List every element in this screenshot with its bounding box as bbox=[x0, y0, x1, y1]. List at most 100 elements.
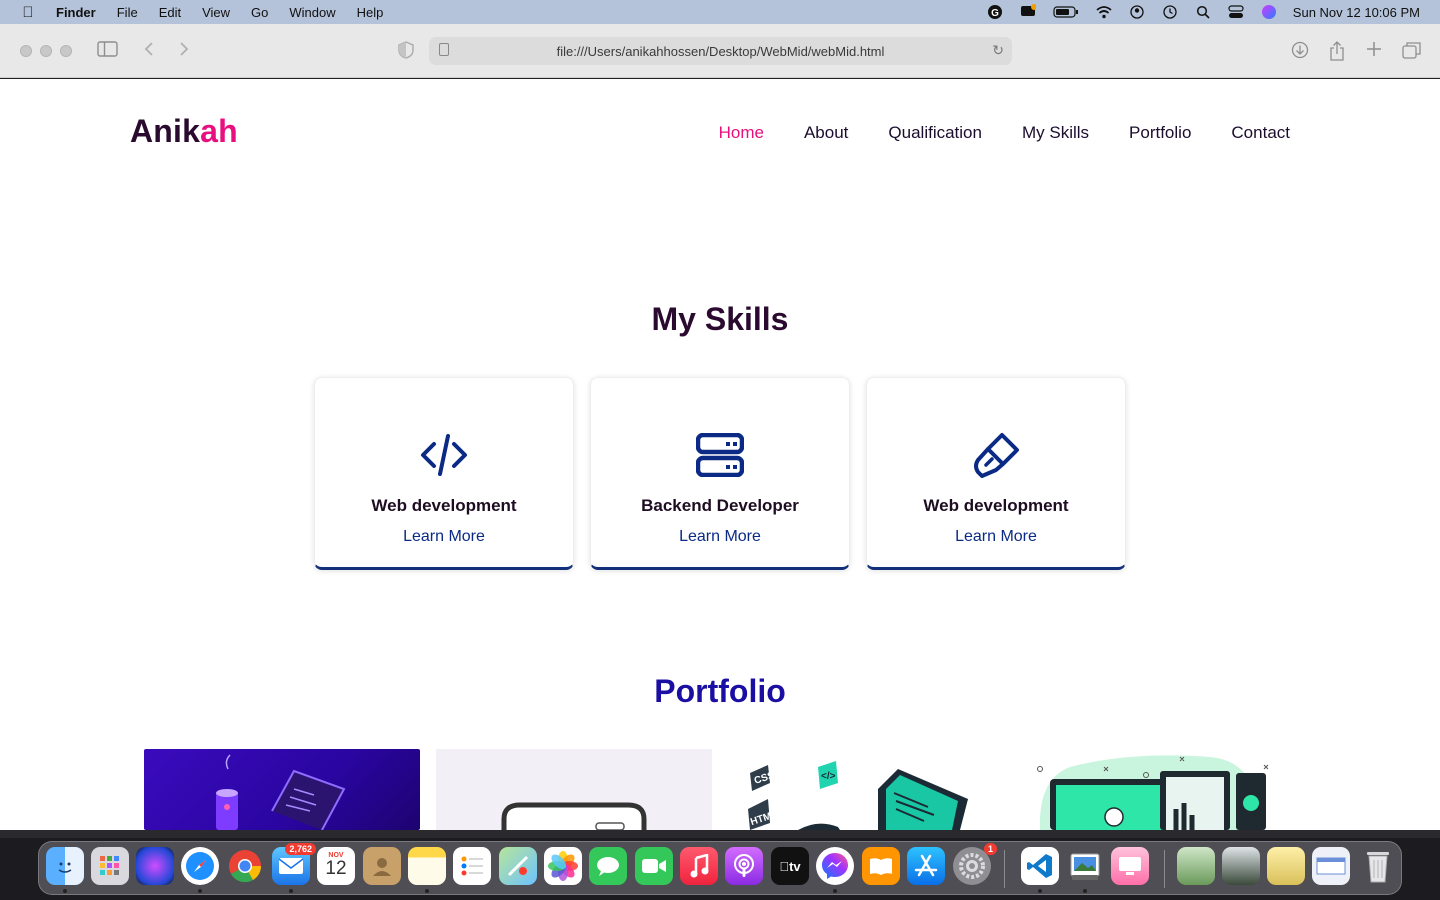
calendar-icon[interactable]: NOV 12 bbox=[317, 847, 355, 885]
forward-icon[interactable] bbox=[178, 41, 190, 63]
tab-overview-icon[interactable] bbox=[1402, 41, 1422, 65]
close-window-button[interactable] bbox=[20, 45, 32, 57]
launchpad-icon[interactable] bbox=[91, 847, 129, 885]
minimize-window-button[interactable] bbox=[40, 45, 52, 57]
document-thumbnail-1[interactable] bbox=[1177, 847, 1215, 885]
menu-go[interactable]: Go bbox=[251, 5, 268, 20]
skill-title: Backend Developer bbox=[641, 496, 799, 515]
facetime-icon[interactable] bbox=[635, 847, 673, 885]
portfolio-item[interactable] bbox=[1020, 749, 1296, 830]
mail-icon[interactable]: 2,762 bbox=[272, 843, 316, 885]
skills-cards: Web development Learn More Backend Devel… bbox=[314, 377, 1126, 570]
grammarly-icon[interactable]: G bbox=[987, 5, 1003, 19]
spotlight-search-icon[interactable] bbox=[1195, 5, 1211, 19]
maps-icon[interactable] bbox=[499, 847, 537, 885]
menu-window[interactable]: Window bbox=[289, 5, 335, 20]
document-thumbnail-4[interactable] bbox=[1312, 847, 1350, 885]
portfolio-item[interactable] bbox=[436, 749, 712, 830]
reload-icon[interactable]: ↻ bbox=[992, 42, 1004, 59]
site-logo[interactable]: Anikah bbox=[130, 113, 238, 150]
running-indicator bbox=[425, 889, 429, 893]
portfolio-section-title: Portfolio bbox=[654, 673, 786, 709]
skill-card: Web development Learn More bbox=[314, 377, 574, 570]
skill-title: Web development bbox=[371, 496, 517, 515]
address-bar[interactable]: file:///Users/anikahhossen/Desktop/WebMi… bbox=[429, 37, 1012, 65]
learn-more-link[interactable]: Learn More bbox=[955, 528, 1037, 546]
dock: 2,762 NOV12 tv 1 bbox=[38, 841, 1402, 895]
running-indicator bbox=[1038, 889, 1042, 893]
url-text[interactable]: file:///Users/anikahhossen/Desktop/WebMi… bbox=[557, 44, 885, 59]
nav-contact[interactable]: Contact bbox=[1231, 123, 1290, 143]
nav-home[interactable]: Home bbox=[719, 123, 764, 143]
messenger-icon[interactable] bbox=[816, 847, 854, 885]
document-thumbnail-2[interactable] bbox=[1222, 847, 1260, 885]
menu-file[interactable]: File bbox=[117, 5, 138, 20]
time-machine-icon[interactable] bbox=[1162, 5, 1178, 19]
brush-icon bbox=[971, 432, 1021, 478]
menu-bar:  Finder File Edit View Go Window Help G… bbox=[0, 0, 1440, 24]
messages-icon[interactable] bbox=[589, 847, 627, 885]
skill-title: Web development bbox=[923, 496, 1069, 515]
preview-icon[interactable] bbox=[1066, 847, 1104, 885]
notification-icon[interactable] bbox=[1020, 4, 1036, 19]
safari-icon[interactable] bbox=[181, 847, 219, 885]
wifi-icon[interactable] bbox=[1096, 5, 1112, 19]
skill-card: Web development Learn More bbox=[866, 377, 1126, 570]
learn-more-link[interactable]: Learn More bbox=[403, 528, 485, 546]
editor-status-strip bbox=[0, 830, 1440, 838]
menu-help[interactable]: Help bbox=[357, 5, 384, 20]
back-icon[interactable] bbox=[143, 41, 155, 63]
battery-icon[interactable] bbox=[1053, 5, 1079, 19]
learn-more-link[interactable]: Learn More bbox=[679, 528, 761, 546]
menu-edit[interactable]: Edit bbox=[159, 5, 181, 20]
apple-menu-icon[interactable]:  bbox=[0, 4, 56, 21]
privacy-shield-icon[interactable] bbox=[398, 41, 414, 65]
portfolio-item[interactable] bbox=[144, 749, 420, 830]
new-tab-icon[interactable] bbox=[1366, 41, 1382, 63]
zoom-window-button[interactable] bbox=[60, 45, 72, 57]
app-store-icon[interactable] bbox=[907, 847, 945, 885]
coffee-laptop-illustration bbox=[216, 754, 346, 830]
sidebar-toggle-icon[interactable] bbox=[97, 41, 119, 63]
site-nav: Home About Qualification My Skills Portf… bbox=[719, 123, 1290, 143]
contacts-icon[interactable] bbox=[363, 847, 401, 885]
finder-icon[interactable] bbox=[46, 847, 84, 885]
window-controls bbox=[20, 45, 72, 57]
system-settings-icon[interactable]: 1 bbox=[953, 843, 997, 885]
vscode-icon[interactable] bbox=[1021, 847, 1059, 885]
apple-tv-icon[interactable]: tv bbox=[771, 847, 809, 885]
logo-accent-text: ah bbox=[200, 113, 238, 149]
podcasts-icon[interactable] bbox=[725, 847, 763, 885]
phone-mockup-illustration bbox=[501, 802, 647, 830]
reminders-icon[interactable] bbox=[453, 847, 491, 885]
page-icon bbox=[439, 43, 449, 56]
siri-icon[interactable] bbox=[1261, 5, 1277, 19]
nav-about[interactable]: About bbox=[804, 123, 848, 143]
portfolio-grid: CSS HTML </> bbox=[144, 749, 1304, 830]
code-files-illustration: CSS HTML </> bbox=[748, 761, 968, 830]
menu-view[interactable]: View bbox=[202, 5, 230, 20]
notes-icon[interactable] bbox=[408, 847, 446, 885]
trash-icon[interactable] bbox=[1359, 847, 1397, 885]
portfolio-item[interactable]: CSS HTML </> bbox=[728, 749, 1004, 830]
menu-app-name[interactable]: Finder bbox=[56, 5, 96, 20]
books-icon[interactable] bbox=[862, 847, 900, 885]
dock-separator bbox=[1164, 850, 1165, 888]
mail-badge: 2,762 bbox=[285, 843, 316, 855]
document-thumbnail-3[interactable] bbox=[1267, 847, 1305, 885]
user-account-icon[interactable] bbox=[1129, 5, 1145, 19]
menu-clock[interactable]: Sun Nov 12 10:06 PM bbox=[1293, 5, 1420, 20]
downloads-icon[interactable] bbox=[1291, 41, 1309, 65]
share-icon[interactable] bbox=[1329, 41, 1345, 67]
music-icon[interactable] bbox=[680, 847, 718, 885]
chrome-icon[interactable] bbox=[226, 847, 264, 885]
siri-app-icon[interactable] bbox=[136, 847, 174, 885]
nav-my-skills[interactable]: My Skills bbox=[1022, 123, 1089, 143]
control-center-icon[interactable] bbox=[1228, 5, 1244, 19]
calendar-day: 12 bbox=[325, 857, 347, 879]
nav-portfolio[interactable]: Portfolio bbox=[1129, 123, 1191, 143]
nav-qualification[interactable]: Qualification bbox=[888, 123, 982, 143]
photos-icon[interactable] bbox=[544, 847, 582, 885]
running-indicator bbox=[833, 889, 837, 893]
screen-sharing-icon[interactable] bbox=[1111, 847, 1149, 885]
